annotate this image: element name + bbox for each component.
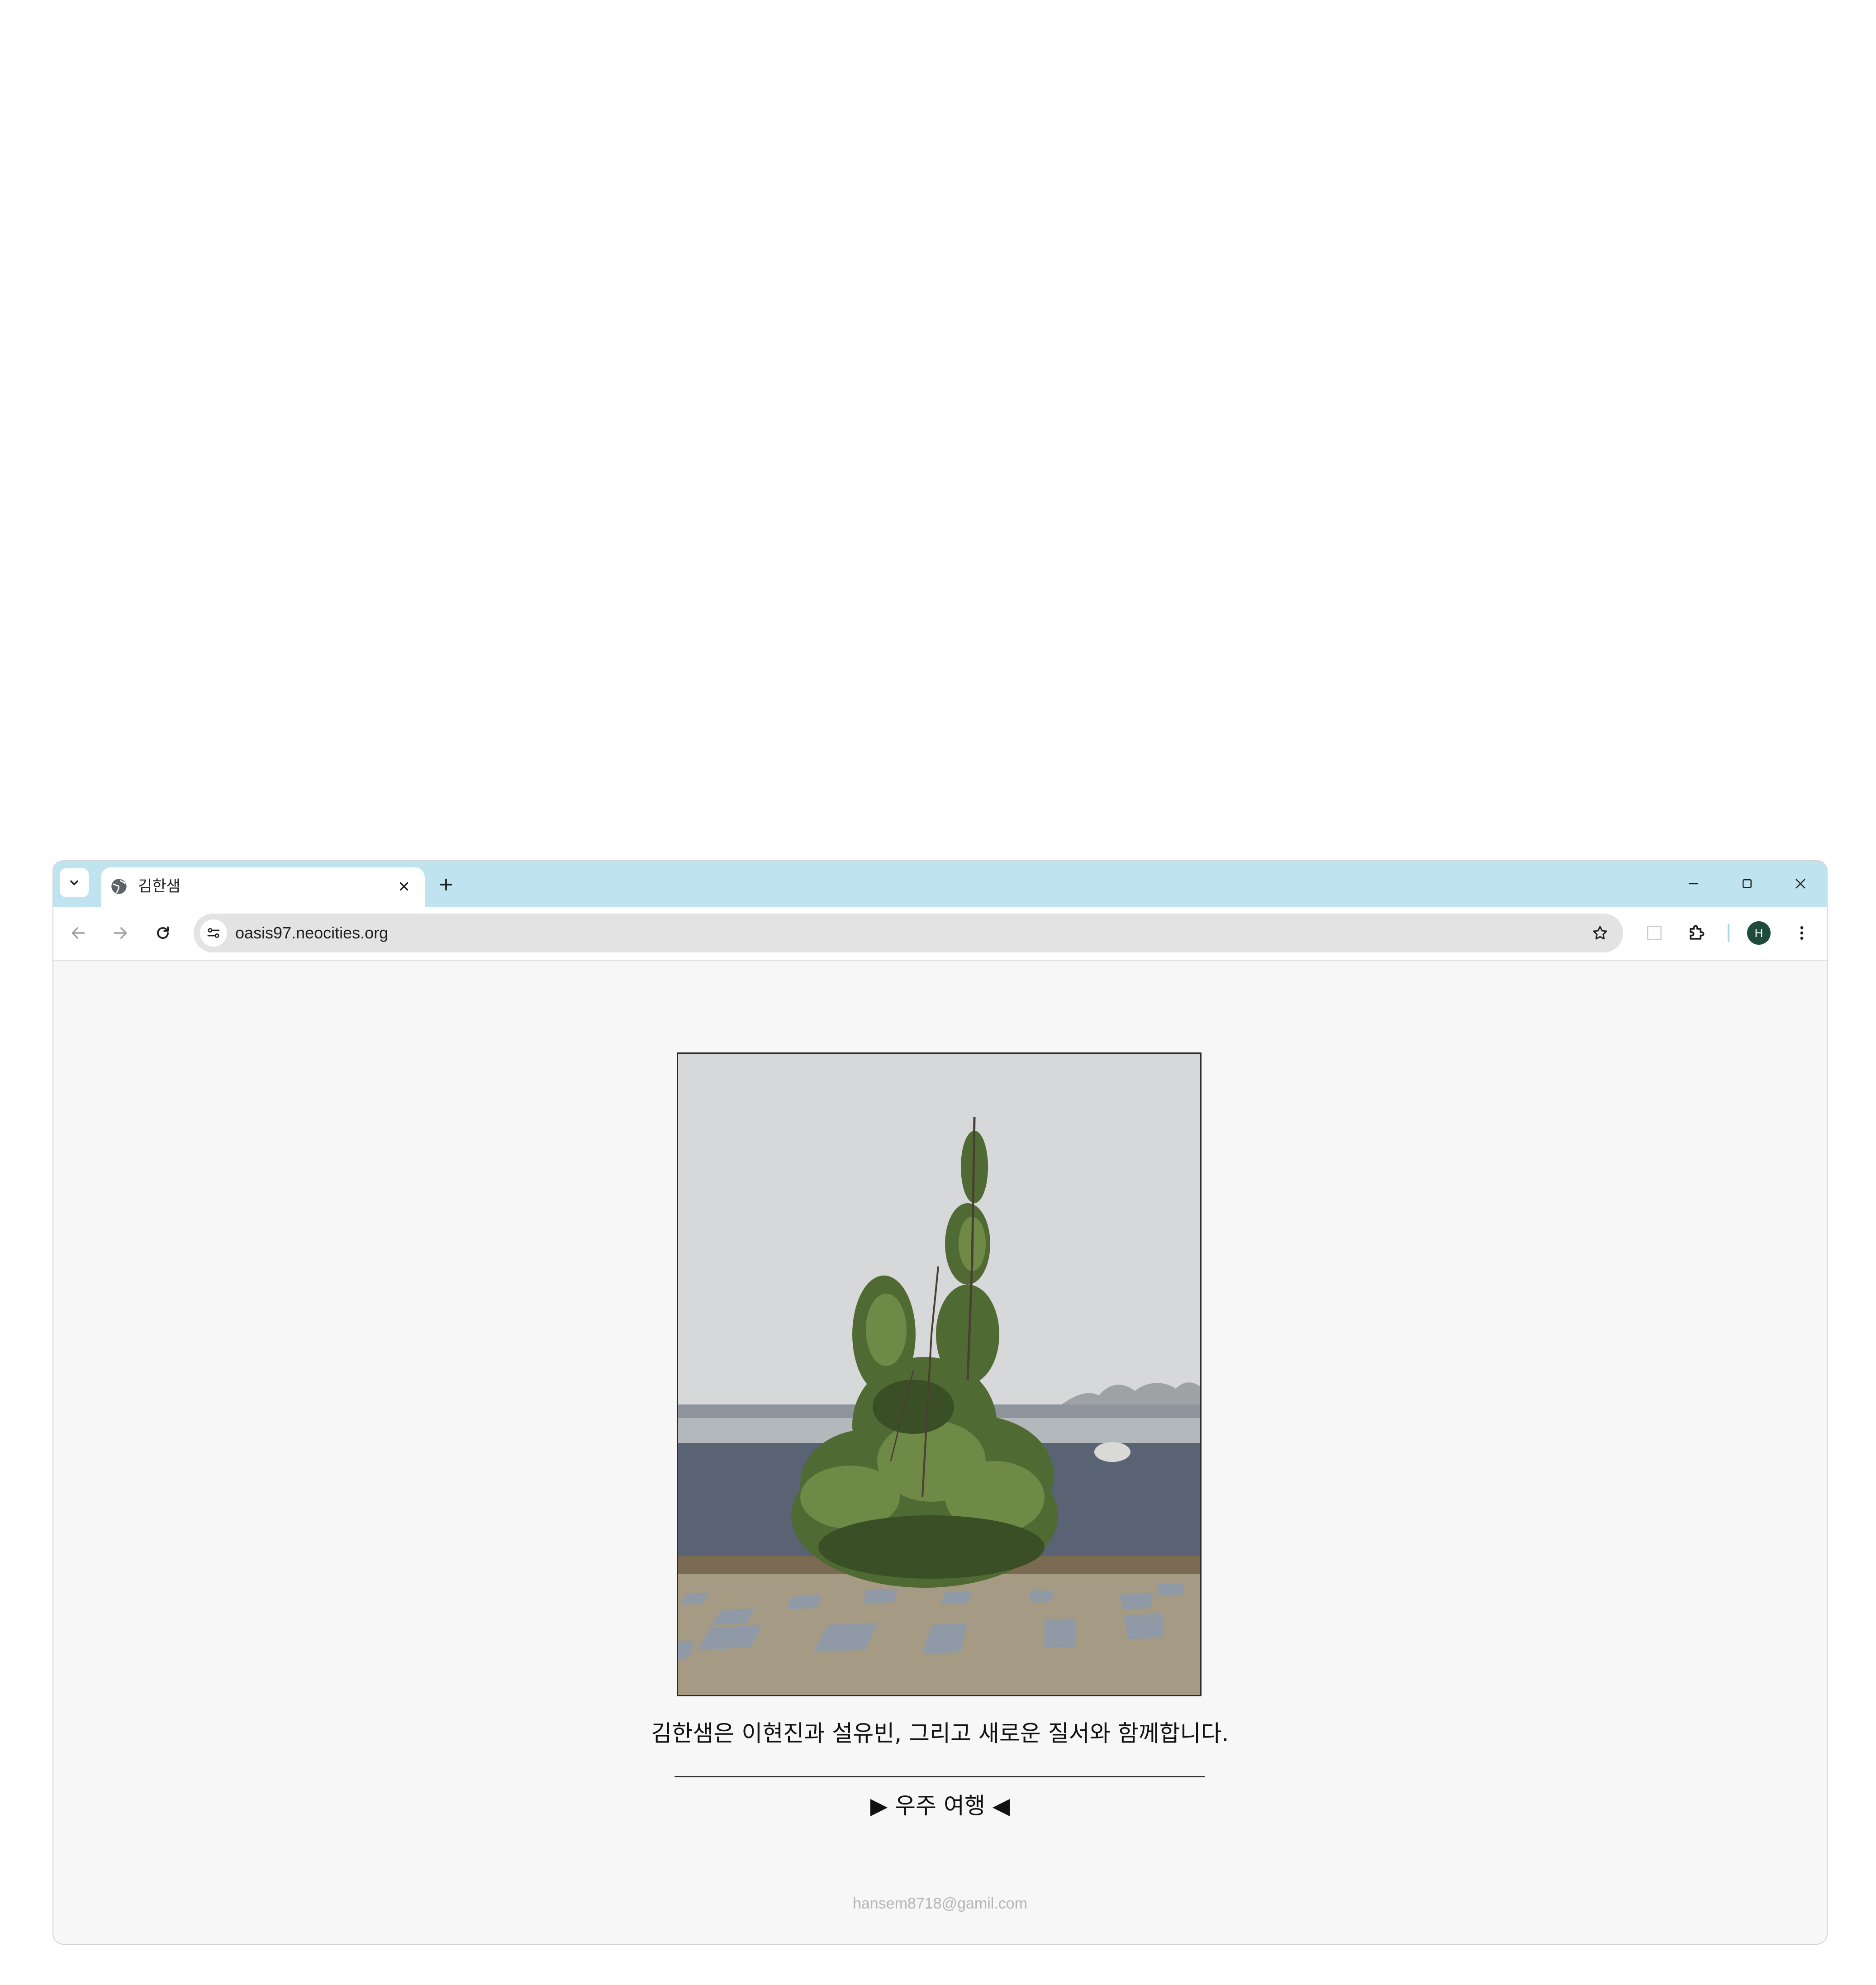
space-travel-link[interactable]: ▶ 우주 여행 ◀ <box>53 1791 1827 1820</box>
close-icon <box>1795 879 1805 889</box>
tab-strip: 김한샘 <box>53 861 1827 907</box>
maximize-button[interactable] <box>1733 869 1762 898</box>
tree-photo <box>677 1052 1202 1696</box>
tab-title: 김한샘 <box>138 877 180 895</box>
avatar: H <box>1747 921 1771 945</box>
url-text[interactable]: oasis97.neocities.org <box>235 923 388 943</box>
reload-icon <box>157 926 169 939</box>
toolbar-divider <box>1728 924 1729 942</box>
close-icon <box>399 882 408 891</box>
divider <box>674 1776 1205 1777</box>
reload-button[interactable] <box>148 919 177 947</box>
desktop-background: 김한샘 oasis97.neocities.org H 김한샘은 이현진과 설유… <box>0 0 1876 1985</box>
intro-caption: 김한샘은 이현진과 설유빈, 그리고 새로운 질서와 함께합니다. <box>651 1720 1229 1747</box>
extension-blank-icon <box>1647 926 1662 940</box>
browser-menu-button[interactable] <box>1787 919 1816 947</box>
window-close-button[interactable] <box>1786 869 1815 898</box>
tab-close-button[interactable] <box>393 876 415 897</box>
address-bar[interactable]: oasis97.neocities.org <box>194 914 1623 952</box>
more-vertical-icon <box>1800 926 1804 940</box>
chevron-down-icon <box>70 880 78 885</box>
extensions-menu-button[interactable] <box>1682 919 1711 947</box>
tree-photo-image <box>678 1054 1200 1695</box>
browser-toolbar: oasis97.neocities.org H <box>53 907 1827 961</box>
site-info-button[interactable] <box>200 919 227 947</box>
new-tab-button[interactable] <box>433 872 459 897</box>
plus-icon <box>440 878 452 891</box>
contact-email: hansem8718@gamil.com <box>852 1895 1028 1912</box>
tune-icon <box>207 928 220 938</box>
star-icon <box>1593 926 1607 940</box>
arrow-right-icon <box>114 927 127 939</box>
tab-search-button[interactable] <box>60 868 89 897</box>
minimize-button[interactable] <box>1679 869 1708 898</box>
maximize-icon <box>1743 879 1752 888</box>
globe-icon <box>111 879 127 894</box>
forward-button[interactable] <box>106 919 135 947</box>
browser-window: 김한샘 oasis97.neocities.org H 김한샘은 이현진과 설유… <box>53 861 1827 1944</box>
minimize-icon <box>1689 883 1698 885</box>
profile-button[interactable]: H <box>1744 919 1773 947</box>
active-tab[interactable]: 김한샘 <box>101 867 425 907</box>
arrow-left-icon <box>71 927 85 939</box>
bookmark-button[interactable] <box>1588 921 1612 945</box>
page-content: 김한샘은 이현진과 설유빈, 그리고 새로운 질서와 함께합니다. ▶ 우주 여… <box>53 961 1827 1944</box>
puzzle-icon <box>1690 925 1705 940</box>
back-button[interactable] <box>64 919 93 947</box>
extension-button[interactable] <box>1640 919 1669 947</box>
